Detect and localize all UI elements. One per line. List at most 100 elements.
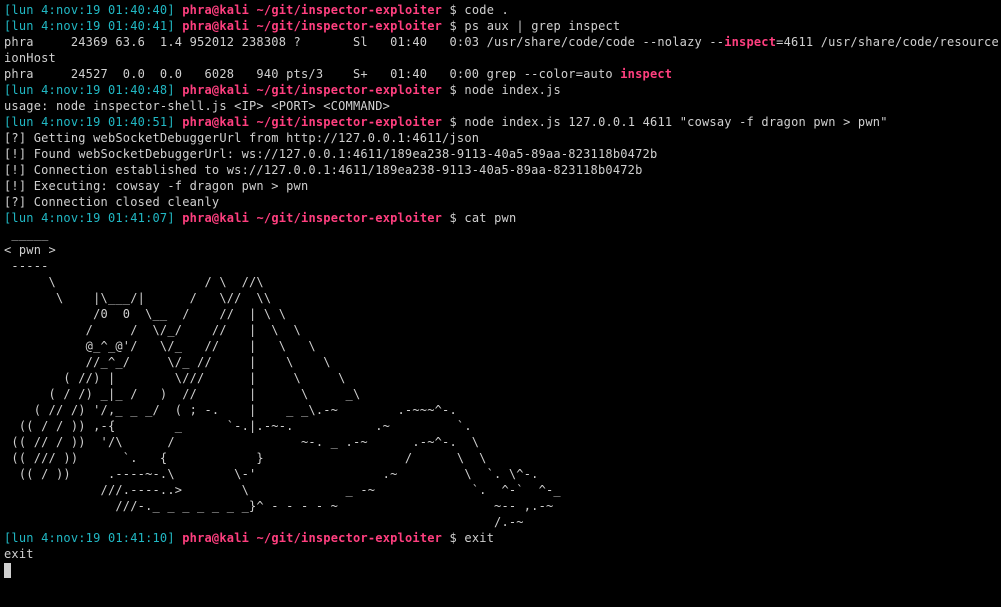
prompt-timestamp: [lun 4:nov:19 01:40:48] — [4, 83, 175, 97]
output-line: usage: node inspector-shell.js <IP> <POR… — [4, 98, 999, 114]
prompt-timestamp: [lun 4:nov:19 01:40:41] — [4, 19, 175, 33]
prompt-command: node index.js — [464, 83, 561, 97]
output-line: @_^_@'/ \/_ // | \ \ — [4, 338, 999, 354]
prompt-line: [lun 4:nov:19 01:40:41] phra@kali ~/git/… — [4, 18, 999, 34]
prompt-symbol: $ — [449, 211, 457, 225]
prompt-line: [lun 4:nov:19 01:40:40] phra@kali ~/git/… — [4, 2, 999, 18]
output-line: (( /// )) `. { } / \ \ — [4, 450, 999, 466]
grep-match-highlight: inspect — [724, 35, 777, 49]
output-text: (( // / )) '/\ / ~-. _ .-~ .-~^-. \ — [4, 435, 480, 449]
output-line: / / \/_/ // | \ \ — [4, 322, 999, 338]
output-line: /.-~ — [4, 514, 999, 530]
output-line: [?] Getting webSocketDebuggerUrl from ht… — [4, 130, 999, 146]
output-text: ///-._ _ _ _ _ _ _}^ - - - - ~ ~-- ,.-~ — [4, 499, 554, 513]
output-line: < pwn > — [4, 242, 999, 258]
output-line: ionHost — [4, 50, 999, 66]
prompt-user-host: phra@kali — [182, 115, 250, 129]
output-line: (( // / )) '/\ / ~-. _ .-~ .-~^-. \ — [4, 434, 999, 450]
output-line: [!] Connection established to ws://127.0… — [4, 162, 999, 178]
prompt-path: ~/git/inspector-exploiter — [256, 531, 443, 545]
output-text: ( // /) '/,_ _ _/ ( ; -. | _ _\.-~ .-~~~… — [4, 403, 457, 417]
prompt-path: ~/git/inspector-exploiter — [256, 19, 443, 33]
output-line: (( / )) .----~-.\ \-' .~ \ `. \^-. — [4, 466, 999, 482]
output-line: (( / / )) ,-{ _ `-.|.-~-. .~ `. — [4, 418, 999, 434]
output-line: \ |\___/| / \// \\ — [4, 290, 999, 306]
input-line[interactable] — [4, 562, 999, 578]
output-line: /0 0 \__ / // | \ \ — [4, 306, 999, 322]
output-text: ( //) | \/// | \ \ — [4, 371, 346, 385]
prompt-symbol: $ — [449, 19, 457, 33]
output-line: phra 24369 63.6 1.4 952012 238308 ? Sl 0… — [4, 34, 999, 50]
output-text: \ |\___/| / \// \\ — [4, 291, 272, 305]
output-text: < pwn > — [4, 243, 56, 257]
output-text: ionHost — [4, 51, 56, 65]
prompt-user-host: phra@kali — [182, 19, 250, 33]
prompt-symbol: $ — [449, 83, 457, 97]
output-text: usage: node inspector-shell.js <IP> <POR… — [4, 99, 391, 113]
output-text: (( / )) .----~-.\ \-' .~ \ `. \^-. — [4, 467, 539, 481]
prompt-command: code . — [464, 3, 509, 17]
output-text: / / \/_/ // | \ \ — [4, 323, 301, 337]
output-line: ( //) | \/// | \ \ — [4, 370, 999, 386]
output-text: ( / /) _|_ / ) // | \ _\ — [4, 387, 361, 401]
output-text: ----- — [4, 259, 49, 273]
output-line: ----- — [4, 258, 999, 274]
output-text: phra 24369 63.6 1.4 952012 238308 ? Sl 0… — [4, 35, 725, 49]
output-text: [?] Connection closed cleanly — [4, 195, 220, 209]
prompt-timestamp: [lun 4:nov:19 01:40:51] — [4, 115, 175, 129]
prompt-line: [lun 4:nov:19 01:41:07] phra@kali ~/git/… — [4, 210, 999, 226]
prompt-line: [lun 4:nov:19 01:40:51] phra@kali ~/git/… — [4, 114, 999, 130]
prompt-path: ~/git/inspector-exploiter — [256, 3, 443, 17]
prompt-timestamp: [lun 4:nov:19 01:41:10] — [4, 531, 175, 545]
output-text: phra 24527 0.0 0.0 6028 940 pts/3 S+ 01:… — [4, 67, 621, 81]
text-cursor — [4, 563, 11, 578]
output-line: [!] Executing: cowsay -f dragon pwn > pw… — [4, 178, 999, 194]
output-line: ///.----..> \ _ -~ `. ^-` ^-_ — [4, 482, 999, 498]
output-text: [?] Getting webSocketDebuggerUrl from ht… — [4, 131, 480, 145]
prompt-symbol: $ — [449, 531, 457, 545]
prompt-command: ps aux | grep inspect — [464, 19, 621, 33]
output-text: (( / / )) ,-{ _ `-.|.-~-. .~ `. — [4, 419, 472, 433]
prompt-user-host: phra@kali — [182, 211, 250, 225]
output-line: \ / \ //\ — [4, 274, 999, 290]
output-text: =4611 /usr/share/code/resources/ap — [776, 35, 999, 49]
output-text: @_^_@'/ \/_ // | \ \ — [4, 339, 316, 353]
prompt-line: [lun 4:nov:19 01:40:48] phra@kali ~/git/… — [4, 82, 999, 98]
output-text: //_^_/ \/_ // | \ \ — [4, 355, 331, 369]
output-text: [!] Executing: cowsay -f dragon pwn > pw… — [4, 179, 309, 193]
output-line: phra 24527 0.0 0.0 6028 940 pts/3 S+ 01:… — [4, 66, 999, 82]
prompt-path: ~/git/inspector-exploiter — [256, 115, 443, 129]
output-text: _____ — [4, 227, 49, 241]
terminal-window[interactable]: [lun 4:nov:19 01:40:40] phra@kali ~/git/… — [4, 2, 999, 605]
output-line: ///-._ _ _ _ _ _ _}^ - - - - ~ ~-- ,.-~ — [4, 498, 999, 514]
prompt-symbol: $ — [449, 3, 457, 17]
output-text: \ / \ //\ — [4, 275, 264, 289]
prompt-path: ~/git/inspector-exploiter — [256, 211, 443, 225]
prompt-user-host: phra@kali — [182, 3, 250, 17]
output-text: ///.----..> \ _ -~ `. ^-` ^-_ — [4, 483, 561, 497]
output-line: _____ — [4, 226, 999, 242]
prompt-timestamp: [lun 4:nov:19 01:41:07] — [4, 211, 175, 225]
output-text: [!] Connection established to ws://127.0… — [4, 163, 643, 177]
output-line: ( / /) _|_ / ) // | \ _\ — [4, 386, 999, 402]
prompt-user-host: phra@kali — [182, 531, 250, 545]
output-text: [!] Found webSocketDebuggerUrl: ws://127… — [4, 147, 658, 161]
output-line: //_^_/ \/_ // | \ \ — [4, 354, 999, 370]
prompt-symbol: $ — [449, 115, 457, 129]
prompt-line: [lun 4:nov:19 01:41:10] phra@kali ~/git/… — [4, 530, 999, 546]
prompt-path: ~/git/inspector-exploiter — [256, 83, 443, 97]
output-text: (( /// )) `. { } / \ \ — [4, 451, 487, 465]
output-text: /0 0 \__ / // | \ \ — [4, 307, 287, 321]
grep-match-highlight: inspect — [620, 67, 673, 81]
output-line: exit — [4, 546, 999, 562]
output-line: ( // /) '/,_ _ _/ ( ; -. | _ _\.-~ .-~~~… — [4, 402, 999, 418]
output-line: [?] Connection closed cleanly — [4, 194, 999, 210]
output-line: [!] Found webSocketDebuggerUrl: ws://127… — [4, 146, 999, 162]
prompt-user-host: phra@kali — [182, 83, 250, 97]
prompt-command: cat pwn — [464, 211, 517, 225]
prompt-command: exit — [464, 531, 495, 545]
output-text: /.-~ — [4, 515, 524, 529]
output-text: exit — [4, 547, 34, 561]
prompt-timestamp: [lun 4:nov:19 01:40:40] — [4, 3, 175, 17]
prompt-command: node index.js 127.0.0.1 4611 "cowsay -f … — [464, 115, 888, 129]
